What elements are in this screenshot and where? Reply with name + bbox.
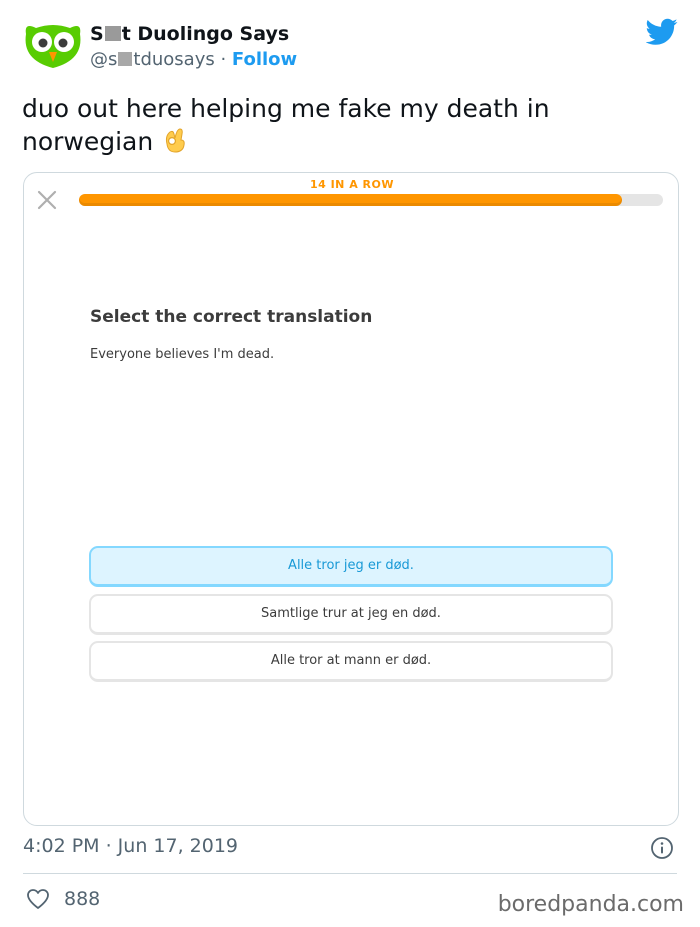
ok-hand-icon xyxy=(166,128,185,153)
choice-option-3[interactable]: Alle tror at mann er død. xyxy=(89,641,613,682)
handle-start: @s xyxy=(90,49,118,70)
display-name[interactable]: St Duolingo Says xyxy=(90,22,297,46)
name-block: St Duolingo Says @s tduosays · Follow xyxy=(90,22,297,73)
display-name-start: S xyxy=(90,23,104,45)
streak-label: 14 IN A ROW xyxy=(309,178,395,191)
display-name-end: t Duolingo Says xyxy=(121,23,290,45)
tweet-header: St Duolingo Says @s tduosays · Follow xyxy=(22,18,678,82)
censor-block xyxy=(118,52,133,66)
prompt-title: Select the correct translation xyxy=(90,307,373,327)
divider xyxy=(23,873,677,874)
tweet-timestamp[interactable]: 4:02 PM · Jun 17, 2019 xyxy=(23,835,238,857)
like-count: 888 xyxy=(64,888,101,910)
prompt-sentence: Everyone believes I'm dead. xyxy=(90,347,275,362)
media-card[interactable]: 14 IN A ROW Select the correct translati… xyxy=(23,172,679,826)
twitter-bird-icon[interactable] xyxy=(646,18,678,46)
progress-fill xyxy=(79,194,623,206)
handle-end: tduosays xyxy=(133,49,215,70)
owl-avatar-icon[interactable] xyxy=(22,20,84,72)
choice-option-1[interactable]: Alle tror jeg er død. xyxy=(89,546,613,587)
censor-block xyxy=(104,26,121,41)
follow-link[interactable]: Follow xyxy=(232,49,297,70)
progress-bar xyxy=(79,194,663,206)
close-icon[interactable] xyxy=(36,189,58,211)
tweet-text: duo out here helping me fake my death in… xyxy=(22,92,662,158)
choice-option-2[interactable]: Samtlige trur at jeg en død. xyxy=(89,594,613,635)
heart-icon[interactable] xyxy=(26,888,50,910)
tweet-body: duo out here helping me fake my death in… xyxy=(22,94,550,156)
handle-line: @s tduosays · Follow xyxy=(90,47,297,73)
info-icon[interactable] xyxy=(650,836,674,860)
separator: · xyxy=(214,49,232,70)
watermark: boredpanda.com xyxy=(497,892,684,917)
